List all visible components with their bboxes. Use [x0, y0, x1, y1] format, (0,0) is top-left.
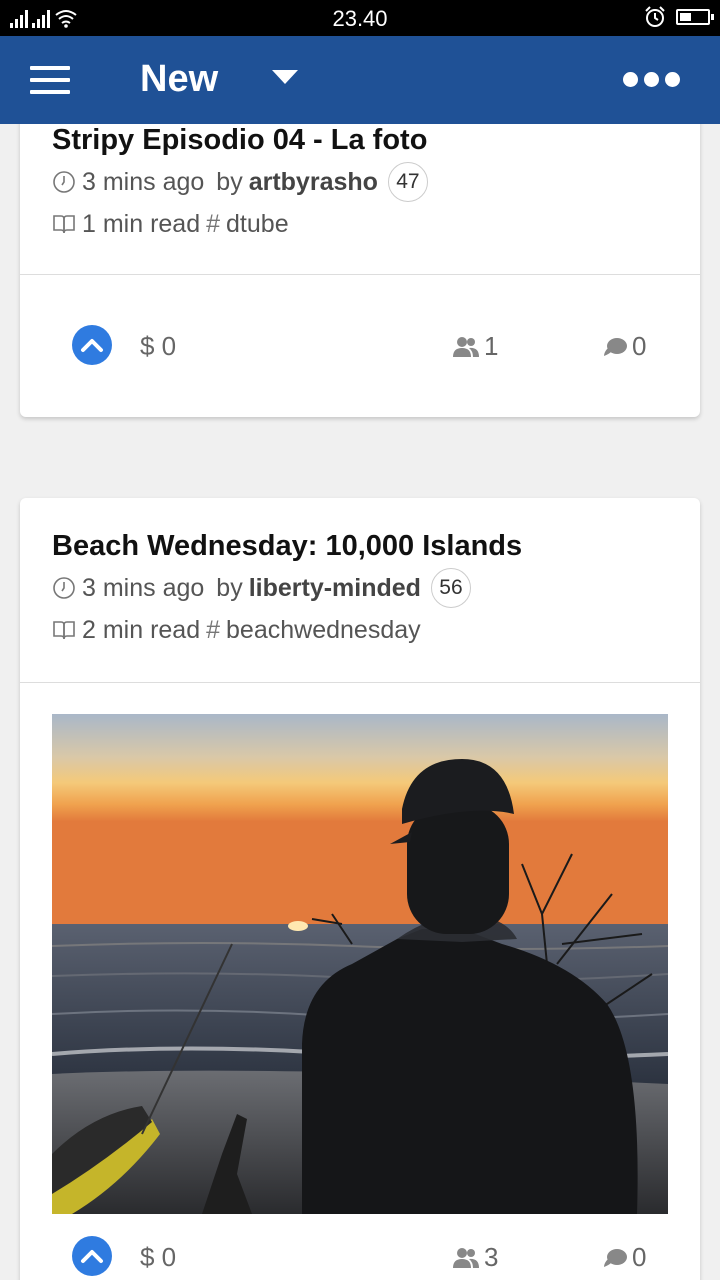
read-time: 1 min read — [82, 209, 201, 238]
post-thumbnail[interactable] — [52, 714, 668, 1214]
post-actions: $ 0 3 0 — [20, 1214, 700, 1280]
post-meta: 3 mins ago by artbyrasho 47 — [52, 162, 668, 202]
voters-value: 3 — [484, 1242, 499, 1272]
post-read-info: 2 min read # beachwednesday — [52, 612, 668, 648]
by-label: by — [216, 573, 243, 602]
alarm-icon — [645, 6, 665, 27]
post-actions: $ 0 1 0 — [20, 275, 700, 417]
comments-count[interactable]: 0 — [602, 331, 646, 362]
post-card: Beach Wednesday: 10,000 Islands 3 mins a… — [20, 498, 700, 1280]
post-tag[interactable]: dtube — [226, 210, 289, 239]
post-meta: 3 mins ago by liberty-minded 56 — [52, 568, 668, 608]
clock-time: 23.40 — [332, 6, 388, 31]
users-icon — [453, 1247, 479, 1268]
post-title[interactable]: Stripy Episodio 04 - La foto — [52, 124, 668, 158]
post-tag[interactable]: beachwednesday — [226, 616, 421, 645]
post-feed: Stripy Episodio 04 - La foto 3 mins ago … — [0, 124, 720, 1280]
voters-count[interactable]: 3 — [452, 1242, 498, 1273]
post-card: Stripy Episodio 04 - La foto 3 mins ago … — [20, 124, 700, 417]
read-time: 2 min read — [82, 615, 201, 644]
status-right — [644, 6, 714, 28]
book-icon — [53, 215, 75, 234]
reputation-badge: 56 — [430, 568, 471, 608]
post-time: 3 mins ago — [82, 167, 205, 196]
hash-symbol: # — [206, 615, 221, 644]
clock-icon — [53, 577, 75, 599]
status-bar: 23.40 — [0, 0, 720, 36]
author-link[interactable]: liberty-minded — [249, 574, 421, 603]
clock-icon — [53, 171, 75, 193]
voters-value: 1 — [484, 331, 499, 361]
payout-value[interactable]: $ 0 — [140, 331, 176, 362]
caret-down-icon[interactable] — [272, 70, 298, 84]
author-link[interactable]: artbyrasho — [249, 168, 378, 197]
app-bar: New — [0, 36, 720, 124]
post-header: Stripy Episodio 04 - La foto 3 mins ago … — [20, 124, 700, 274]
feed-title[interactable]: New — [140, 58, 218, 101]
users-icon — [453, 336, 479, 357]
sunset-photo — [52, 714, 668, 1214]
battery-icon — [676, 9, 714, 25]
hash-symbol: # — [206, 209, 221, 238]
divider — [20, 682, 700, 683]
post-time: 3 mins ago — [82, 573, 205, 602]
comment-icon — [604, 337, 627, 356]
by-label: by — [216, 167, 243, 196]
reputation-badge: 47 — [387, 162, 428, 202]
comments-value: 0 — [632, 331, 647, 361]
more-dots-icon[interactable] — [623, 72, 680, 87]
upvote-icon[interactable] — [72, 1236, 112, 1276]
comment-icon — [604, 1248, 627, 1267]
comments-count[interactable]: 0 — [602, 1242, 646, 1273]
payout-value[interactable]: $ 0 — [140, 1242, 176, 1273]
book-icon — [53, 621, 75, 640]
comments-value: 0 — [632, 1242, 647, 1272]
post-header: Beach Wednesday: 10,000 Islands 3 mins a… — [20, 498, 700, 682]
post-read-info: 1 min read # dtube — [52, 206, 668, 242]
post-title[interactable]: Beach Wednesday: 10,000 Islands — [52, 528, 668, 564]
hamburger-icon[interactable] — [30, 66, 70, 96]
voters-count[interactable]: 1 — [452, 331, 498, 362]
upvote-icon[interactable] — [72, 325, 112, 365]
